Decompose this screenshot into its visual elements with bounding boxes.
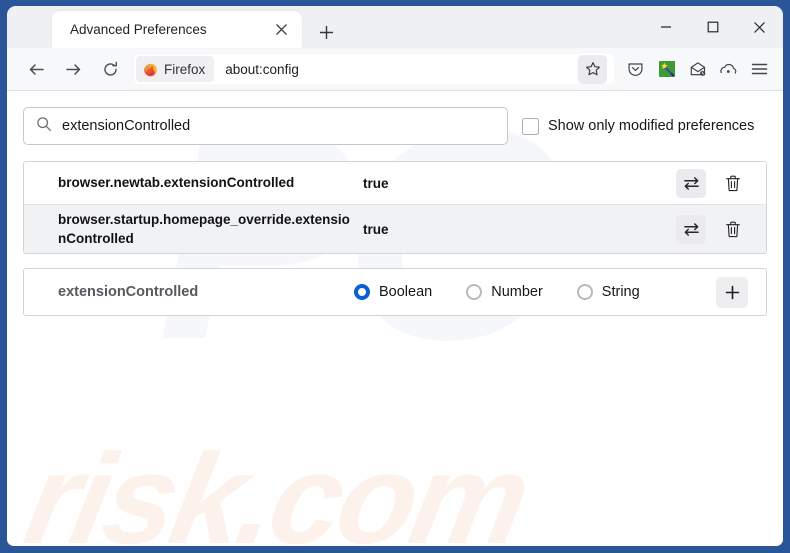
mail-envelope-icon[interactable]: [682, 54, 713, 85]
show-only-modified-label: Show only modified preferences: [548, 118, 755, 134]
close-window-button[interactable]: [736, 6, 783, 48]
tab-title: Advanced Preferences: [70, 22, 207, 37]
firefox-logo-icon: [144, 63, 157, 76]
new-tab-button[interactable]: [313, 19, 339, 45]
radio-number[interactable]: Number: [466, 284, 543, 301]
search-input-value: extensionControlled: [62, 118, 191, 134]
show-only-modified-checkbox[interactable]: Show only modified preferences: [522, 117, 755, 135]
radio-label-string: String: [601, 284, 640, 301]
bookmark-star-icon[interactable]: [578, 54, 607, 84]
watermark-riskcom: risk.com: [15, 428, 538, 546]
table-row[interactable]: browser.newtab.extensionControlled true: [24, 162, 766, 204]
minimize-button[interactable]: [642, 6, 689, 48]
add-preference-button[interactable]: [716, 276, 748, 308]
preference-name: browser.startup.homepage_override.extens…: [58, 212, 350, 247]
maximize-button[interactable]: [689, 6, 736, 48]
magic-wand-extension-icon[interactable]: [651, 54, 682, 85]
window-controls: [642, 6, 783, 48]
row-actions: [676, 214, 758, 244]
reload-icon[interactable]: [95, 54, 125, 84]
preference-value: true: [363, 175, 389, 191]
new-preference-name: extensionControlled: [58, 284, 199, 301]
browser-window: Advanced Preferences Firefox about:confi…: [7, 6, 783, 546]
preference-name: browser.newtab.extensionControlled: [58, 175, 295, 191]
radio-label-boolean: Boolean: [379, 284, 433, 301]
navigation-toolbar: Firefox about:config: [7, 48, 783, 91]
search-row: extensionControlled Show only modified p…: [23, 107, 767, 145]
radio-dot-string[interactable]: [576, 284, 593, 301]
preference-value: true: [363, 221, 389, 237]
identity-chip-firefox[interactable]: Firefox: [136, 56, 215, 82]
url-text[interactable]: about:config: [216, 62, 578, 77]
browser-tab-advanced-preferences[interactable]: Advanced Preferences: [52, 11, 302, 48]
trash-icon[interactable]: [718, 169, 748, 198]
tab-strip: Advanced Preferences: [7, 6, 783, 48]
browser-window-frame: Advanced Preferences Firefox about:confi…: [0, 0, 790, 553]
sync-cloud-icon[interactable]: [713, 54, 744, 85]
radio-dot-number[interactable]: [466, 284, 483, 301]
row-actions: [676, 168, 758, 198]
preferences-table: browser.newtab.extensionControlled true: [23, 161, 767, 255]
toggle-arrows-icon[interactable]: [676, 214, 706, 244]
app-menu-icon[interactable]: [744, 54, 775, 85]
about-config-content: extensionControlled Show only modified p…: [7, 91, 783, 332]
back-icon[interactable]: [21, 54, 51, 84]
radio-label-number: Number: [491, 284, 543, 301]
close-icon[interactable]: [270, 19, 292, 41]
forward-icon[interactable]: [58, 54, 88, 84]
table-row[interactable]: browser.startup.homepage_override.extens…: [24, 204, 766, 254]
search-input[interactable]: extensionControlled: [23, 107, 508, 145]
checkbox-box[interactable]: [522, 117, 539, 135]
trash-icon[interactable]: [718, 215, 748, 244]
pocket-icon[interactable]: [620, 54, 651, 85]
url-bar[interactable]: Firefox about:config: [134, 54, 614, 84]
preference-type-options: Boolean Number String: [354, 284, 716, 301]
about-config-page: PC risk.com extensionControlled Show o: [7, 91, 783, 546]
identity-chip-label: Firefox: [164, 61, 206, 77]
search-icon: [36, 116, 52, 137]
add-preference-row: extensionControlled Boolean Number Strin…: [23, 268, 767, 317]
radio-dot-boolean[interactable]: [354, 284, 370, 301]
radio-boolean[interactable]: Boolean: [354, 284, 433, 301]
radio-string[interactable]: String: [576, 284, 640, 301]
toggle-arrows-icon[interactable]: [676, 168, 706, 198]
